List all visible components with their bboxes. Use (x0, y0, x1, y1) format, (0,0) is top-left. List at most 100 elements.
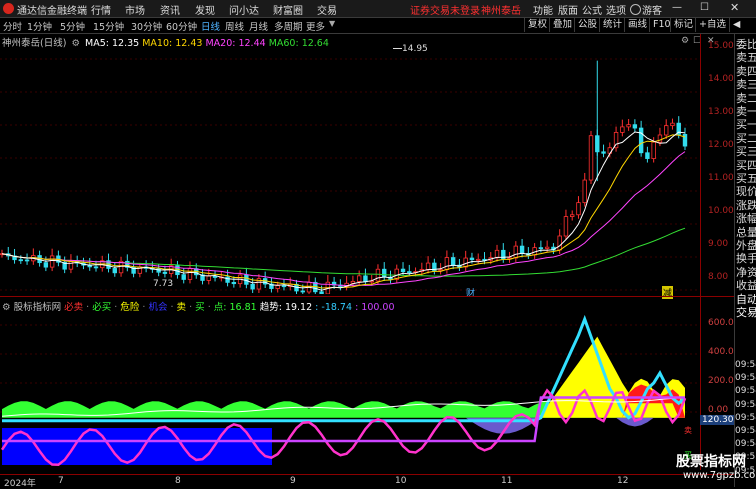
tab-monthly[interactable]: 月线 (249, 19, 268, 33)
candle-body (407, 271, 412, 274)
price-tick: 9.00 (708, 239, 729, 249)
candle-body (181, 274, 186, 280)
tab-multi-period[interactable]: 多周期 (274, 19, 303, 33)
candle-body (93, 266, 99, 269)
candle-body (638, 127, 644, 154)
trade-time: 09:54 (735, 412, 756, 423)
tab-daily[interactable]: 日线 (201, 19, 220, 33)
finance-marker[interactable]: 财 (466, 286, 475, 299)
price-tick: 10.00 (708, 206, 734, 216)
candle-body (620, 126, 625, 133)
candle-body (275, 285, 280, 289)
candle-body (519, 245, 525, 254)
trade-time: 09:54 (735, 373, 756, 384)
candle-body (557, 235, 562, 251)
function-button[interactable]: 功能 (533, 2, 553, 17)
candle-body (444, 257, 450, 271)
overlay-button[interactable]: 叠加 (549, 18, 575, 32)
candle-body (645, 152, 650, 159)
menu-wealth[interactable]: 财富圈 (273, 2, 303, 17)
candle-body (601, 151, 606, 154)
candle-body (626, 124, 631, 128)
candle-body (363, 275, 368, 283)
menu-market[interactable]: 市场 (125, 2, 145, 17)
candle-body (162, 271, 168, 274)
user-icon[interactable] (630, 4, 641, 15)
guest-button[interactable]: 游客 (642, 2, 662, 17)
options-button[interactable]: 选项 (606, 2, 626, 17)
kline-chart[interactable] (0, 48, 700, 294)
app-logo-icon (3, 3, 14, 14)
date-tick: 9 (290, 476, 296, 486)
menu-market-quotes[interactable]: 行情 (91, 2, 111, 17)
date-tick: 10 (395, 476, 407, 486)
axis-divider (700, 34, 701, 470)
menu-trade[interactable]: 交易 (317, 2, 337, 17)
mark-button[interactable]: 标记 (670, 18, 696, 32)
tab-30min[interactable]: 30分钟 (131, 19, 162, 33)
trade-time: 09:54 (735, 439, 756, 450)
title-bar: 通达信金融终端 行情 市场 资讯 发现 问小达 财富圈 交易 证券交易未登录 神… (0, 0, 756, 18)
current-value-badge: 120.30 (700, 415, 736, 425)
quote-label[interactable]: 交易 (736, 304, 756, 320)
app-name: 通达信金融终端 (17, 6, 87, 17)
date-axis-line (0, 474, 734, 475)
menu-news[interactable]: 资讯 (160, 2, 180, 17)
candle-body (400, 268, 406, 273)
candle-body (476, 258, 481, 261)
candle-body (588, 135, 594, 181)
date-tick: 8 (175, 476, 181, 486)
layout-button[interactable]: 版面 (558, 2, 578, 17)
more-chevron-icon[interactable]: ▼ (329, 19, 335, 28)
minimize-icon[interactable]: — (672, 2, 682, 13)
tab-60min[interactable]: 60分钟 (166, 19, 197, 33)
high-price-pointer (393, 48, 402, 49)
candle-body (382, 268, 387, 278)
high-price-label: 14.95 (402, 44, 428, 54)
add-watchlist-button[interactable]: +自选 (695, 18, 729, 32)
kline-settings-icon[interactable]: ⚙ (681, 36, 689, 46)
candle-body (356, 275, 362, 282)
candle-body (250, 283, 255, 290)
watermark-title: 股票指标网 (676, 454, 746, 470)
formula-button[interactable]: 公式 (582, 2, 602, 17)
candle-body (281, 285, 287, 288)
price-tick: 12.00 (708, 140, 734, 150)
adjust-button[interactable]: 复权 (524, 18, 550, 32)
collapse-panel-icon[interactable]: ◀ (729, 18, 743, 32)
tab-intraday[interactable]: 分时 (3, 19, 22, 33)
tab-more[interactable]: 更多 (306, 19, 325, 33)
price-tick: 8.00 (708, 272, 729, 282)
share-button[interactable]: 公股 (574, 18, 600, 32)
tab-weekly[interactable]: 周线 (225, 19, 244, 33)
date-tick: 2024年 (4, 479, 36, 489)
candle-body (469, 257, 475, 261)
candle-body (544, 246, 550, 249)
candle-body (18, 259, 23, 262)
candle-body (49, 255, 55, 268)
tab-15min[interactable]: 15分钟 (93, 19, 124, 33)
candle-body (43, 262, 49, 268)
menu-ask[interactable]: 问小达 (229, 2, 259, 17)
candle-body (244, 274, 249, 285)
tab-1min[interactable]: 1分钟 (27, 19, 52, 33)
candle-body (24, 259, 30, 262)
maximize-icon[interactable]: ☐ (700, 2, 709, 13)
candle-body (494, 249, 500, 259)
date-tick: 11 (501, 476, 513, 486)
reduce-marker[interactable]: 减 (662, 286, 674, 299)
draw-line-button[interactable]: 画线 (624, 18, 650, 32)
login-warning[interactable]: 证券交易未登录 (410, 2, 480, 17)
candle-body (319, 291, 324, 294)
close-icon[interactable]: ✕ (730, 1, 739, 14)
candle-body (206, 275, 211, 281)
date-tick: 7 (58, 476, 64, 486)
menu-discover[interactable]: 发现 (195, 2, 215, 17)
candle-body (425, 262, 431, 270)
candle-body (300, 290, 305, 293)
candle-body (375, 268, 381, 282)
indicator-tick: 0.00 (708, 405, 729, 415)
tab-5min[interactable]: 5分钟 (60, 19, 85, 33)
stats-button[interactable]: 统计 (599, 18, 625, 32)
indicator-chart[interactable] (0, 310, 700, 472)
